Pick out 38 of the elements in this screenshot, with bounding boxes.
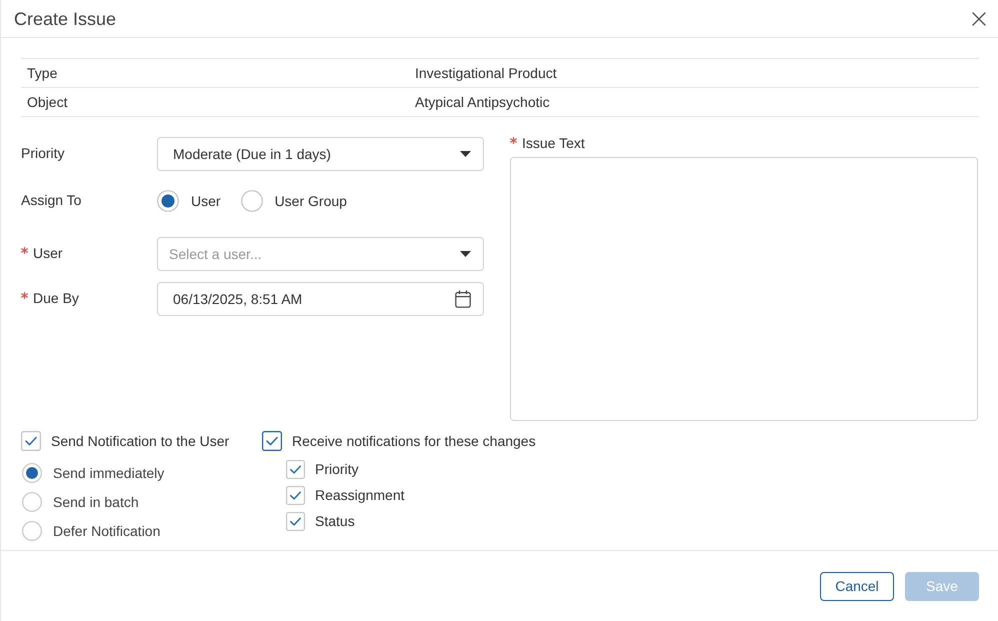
checkbox-label: Receive notifications for these changes	[292, 432, 536, 451]
radio-button[interactable]	[22, 463, 42, 483]
checkbox[interactable]	[286, 460, 305, 479]
checkbox[interactable]	[262, 431, 282, 451]
field-label: Priority	[21, 144, 65, 163]
checkbox-label: Send Notification to the User	[51, 432, 230, 450]
checkbox[interactable]	[286, 512, 305, 531]
caret-icon[interactable]	[460, 151, 471, 157]
field-label: Assign To	[21, 191, 82, 210]
checkbox-label: Reassignment	[315, 486, 404, 505]
radio-button[interactable]	[22, 492, 42, 512]
checkbox-label: Priority	[315, 460, 359, 479]
checkbox[interactable]	[286, 486, 305, 505]
radio-label: Send in batch	[53, 492, 139, 512]
checkbox-label: Status	[315, 512, 355, 531]
radio-button[interactable]	[22, 521, 42, 541]
dropdown-field[interactable]: Moderate (Due in 1 days)	[157, 137, 484, 171]
info-value: Atypical Antipsychotic	[415, 92, 550, 112]
field-label: User	[33, 244, 63, 263]
checkbox[interactable]	[21, 431, 41, 451]
issue-text-field[interactable]	[510, 157, 978, 421]
radio-label: Send immediately	[53, 464, 164, 483]
caret-icon[interactable]	[460, 251, 471, 257]
dialog-title: Create Issue	[14, 8, 116, 30]
radio-label: User Group	[274, 192, 347, 211]
radio-label: Defer Notification	[53, 522, 160, 540]
info-label: Type	[27, 64, 58, 80]
info-value: Investigational Product	[415, 64, 557, 83]
field-label: Due By	[33, 289, 79, 308]
radio-label: User	[191, 192, 221, 210]
date-time-field[interactable]: 06/13/2025, 8:51 AM	[157, 282, 484, 316]
calendar-icon[interactable]	[455, 290, 471, 308]
radio-button[interactable]	[240, 190, 263, 212]
radio-button[interactable]	[157, 190, 179, 212]
field-label: Issue Text	[522, 134, 585, 152]
info-label: Object	[27, 94, 68, 110]
cancel-button[interactable]: Cancel	[820, 572, 894, 600]
close-icon[interactable]	[972, 12, 986, 26]
